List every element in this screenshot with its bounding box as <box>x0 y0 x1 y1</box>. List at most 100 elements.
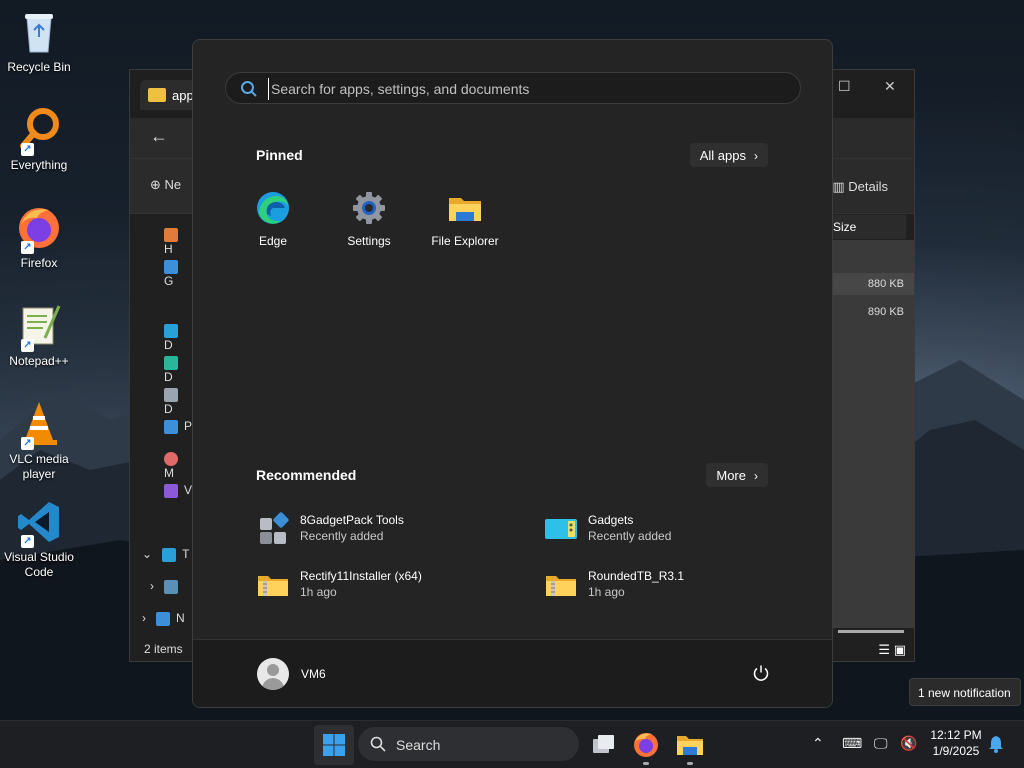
tiles-view-icon[interactable]: ▣ <box>894 642 906 657</box>
sidebar-item-videos[interactable]: V <box>164 483 192 498</box>
document-icon <box>164 387 178 402</box>
file-explorer-icon <box>677 736 703 755</box>
sidebar-item-label: D <box>164 369 173 384</box>
all-apps-button[interactable]: All apps › <box>689 143 768 167</box>
back-arrow-icon[interactable]: ← <box>150 126 168 147</box>
this-pc-icon <box>162 547 177 562</box>
task-view-icon <box>593 735 614 753</box>
sidebar-item-desktop[interactable]: D <box>164 323 192 352</box>
desktop-icon-vscode[interactable]: ↗ Visual Studio Code <box>0 498 78 580</box>
sidebar-item-label: D <box>164 337 173 352</box>
user-name[interactable]: VM6 <box>301 667 326 681</box>
taskbar-search-box[interactable]: Search <box>358 727 579 761</box>
sidebar-item-gallery[interactable]: G <box>164 259 192 288</box>
gadgetpack-tools-icon <box>256 512 290 546</box>
user-avatar-icon[interactable] <box>257 658 289 690</box>
notification-bell-icon[interactable] <box>988 735 1004 758</box>
clock-time: 12:12 PM <box>930 728 982 742</box>
sidebar-item-label: G <box>164 273 174 288</box>
recommended-item[interactable]: 8GadgetPack Tools Recently added <box>256 510 516 550</box>
sidebar-item-music[interactable]: M <box>164 451 192 480</box>
recommended-item[interactable]: RoundedTB_R3.1 1h ago <box>544 566 804 606</box>
view-toggle[interactable]: ☰ ▣ <box>878 642 906 658</box>
sidebar-item-label: D <box>164 401 173 416</box>
start-search-box[interactable] <box>225 72 801 104</box>
sidebar-item-network[interactable]: › N <box>142 611 185 626</box>
new-button[interactable]: ⊕ Ne <box>150 177 181 193</box>
folder-icon <box>148 88 166 102</box>
recommended-item[interactable]: Rectify11Installer (x64) 1h ago <box>256 566 516 606</box>
sidebar-item-downloads[interactable]: D <box>164 355 192 384</box>
new-button-label: Ne <box>164 177 182 192</box>
close-icon[interactable]: ✕ <box>884 78 896 95</box>
gadgets-icon <box>544 512 578 546</box>
sidebar-item-label: M <box>164 465 174 480</box>
everything-icon: ↗ <box>15 106 63 156</box>
settings-gear-icon <box>351 190 387 226</box>
details-button[interactable]: ▥ Details <box>832 179 888 195</box>
shortcut-arrow-icon: ↗ <box>21 241 34 254</box>
sidebar-item-label: H <box>164 241 173 256</box>
download-icon <box>164 355 178 370</box>
column-header-size[interactable]: Size <box>828 215 906 239</box>
edge-icon <box>255 190 291 226</box>
recommended-item[interactable]: Gadgets Recently added <box>544 510 804 550</box>
recommended-item-name: Gadgets <box>588 513 634 527</box>
desktop-icon-label: Visual Studio Code <box>4 550 74 579</box>
shortcut-arrow-icon: ↗ <box>21 339 34 352</box>
chevron-down-icon[interactable]: ⌄ <box>142 547 152 561</box>
sidebar-item-this-pc[interactable]: ⌄ T <box>142 547 189 562</box>
pinned-title: Pinned <box>256 147 303 163</box>
sidebar-item-home[interactable]: H <box>164 227 192 256</box>
taskbar-firefox[interactable] <box>628 727 664 765</box>
show-hidden-icons-chevron-icon[interactable]: ⌃ <box>812 735 824 752</box>
pinned-app-file-explorer[interactable]: File Explorer <box>417 190 513 248</box>
search-icon <box>240 80 258 103</box>
file-explorer-icon <box>447 190 483 226</box>
taskbar-file-explorer[interactable] <box>672 727 708 765</box>
more-button[interactable]: More › <box>706 463 768 487</box>
recycle-bin-icon <box>15 8 63 56</box>
desktop-icon-label: VLC media player <box>9 452 69 481</box>
chevron-right-icon[interactable]: › <box>142 611 146 625</box>
desktop-icon-vlc[interactable]: ↗ VLC media player <box>0 400 78 482</box>
start-button[interactable] <box>314 725 354 765</box>
volume-muted-icon[interactable]: 🔇 <box>900 735 917 752</box>
maximize-icon[interactable]: ☐ <box>838 78 851 95</box>
recommended-title: Recommended <box>256 467 357 483</box>
search-icon <box>370 736 386 755</box>
sidebar-item-pictures[interactable]: P <box>164 419 192 434</box>
desktop-icon-recycle-bin[interactable]: Recycle Bin <box>0 8 78 75</box>
firefox-icon: ↗ <box>15 204 63 254</box>
clock-date: 1/9/2025 <box>932 744 980 758</box>
pinned-app-label: File Explorer <box>431 234 499 248</box>
details-label: Details <box>848 179 888 194</box>
sidebar-item-drive[interactable]: › <box>150 579 184 594</box>
start-search-input[interactable] <box>268 78 768 100</box>
firefox-icon <box>634 733 658 757</box>
taskbar: Search ⌃ ⌨ 🖵 🔇 12:12 PM 1/9/2025 <box>0 720 1024 768</box>
sidebar-item-documents[interactable]: D <box>164 387 192 416</box>
file-list[interactable]: 880 KB 890 KB <box>830 240 914 628</box>
details-view-icon[interactable]: ☰ <box>878 642 890 657</box>
drive-icon <box>164 579 178 594</box>
horizontal-scrollbar[interactable] <box>838 630 904 633</box>
desktop-icon-everything[interactable]: ↗ Everything <box>0 106 78 173</box>
network-icon[interactable]: 🖵 <box>874 735 888 752</box>
pinned-app-settings[interactable]: Settings <box>321 190 417 248</box>
desktop-icon-notepadpp[interactable]: ↗ Notepad++ <box>0 302 78 369</box>
task-view-button[interactable] <box>585 727 621 763</box>
network-icon <box>156 611 170 626</box>
clock[interactable]: 12:12 PM 1/9/2025 <box>926 727 986 759</box>
desktop-icon <box>164 323 178 338</box>
desktop-icon-firefox[interactable]: ↗ Firefox <box>0 204 78 271</box>
running-indicator <box>687 762 693 765</box>
pinned-app-edge[interactable]: Edge <box>225 190 321 248</box>
chevron-right-icon[interactable]: › <box>150 579 154 593</box>
column-size-label: Size <box>833 220 857 234</box>
taskbar-search-label: Search <box>396 737 441 753</box>
shortcut-arrow-icon: ↗ <box>21 437 34 450</box>
start-menu: Pinned All apps › Edge Settings File Expl… <box>192 39 833 708</box>
power-icon[interactable] <box>752 664 770 687</box>
keyboard-icon[interactable]: ⌨ <box>842 735 862 752</box>
